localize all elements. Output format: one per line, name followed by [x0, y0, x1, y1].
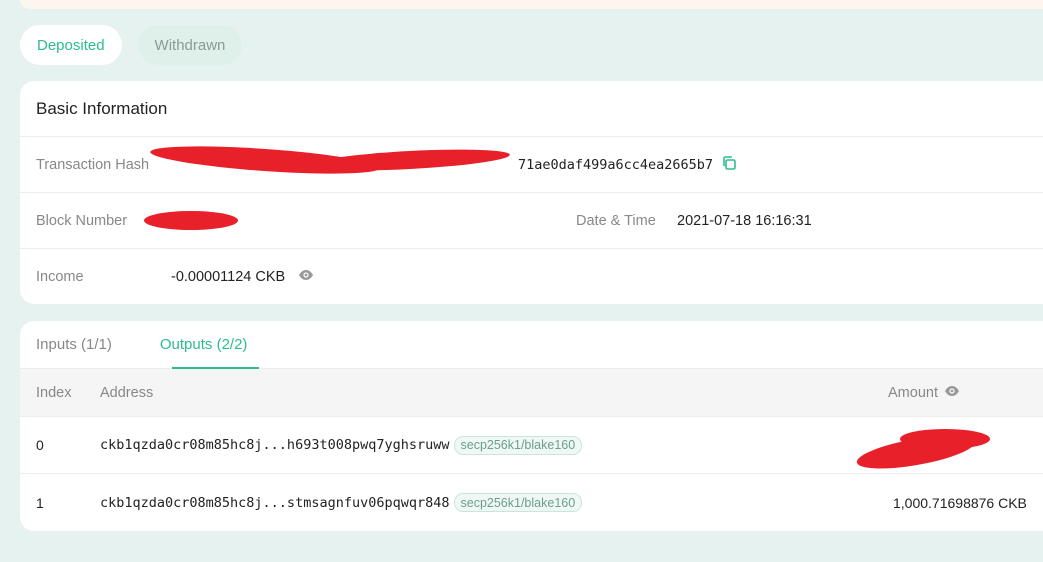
- row-address: ckb1qzda0cr08m85hc8j...stmsagnfuv06pqwqr…: [100, 493, 583, 512]
- outputs-table-header: Index Address Amount: [20, 369, 1043, 417]
- transaction-hash-row: Transaction Hash 71ae0daf499a6cc4ea2665b…: [20, 137, 1043, 193]
- income-row: Income -0.00001124 CKB: [20, 249, 1043, 305]
- amount-column-label: Amount: [888, 384, 938, 401]
- copy-icon[interactable]: [721, 155, 737, 175]
- address-link[interactable]: ckb1qzda0cr08m85hc8j...stmsagnfuv06pqwqr…: [100, 495, 450, 511]
- io-tabs: Inputs (1/1) Outputs (2/2): [20, 321, 1043, 369]
- deposited-button[interactable]: Deposited: [20, 25, 122, 65]
- transaction-hash-text: 71ae0daf499a6cc4ea2665b7: [518, 156, 714, 173]
- deposit-withdraw-toggle: Deposited Withdrawn: [20, 25, 243, 65]
- table-row: 0 ckb1qzda0cr08m85hc8j...h693t008pwq7ygh…: [20, 417, 1043, 476]
- income-amount: -0.00001124 CKB: [171, 269, 286, 285]
- block-number-label: Block Number: [36, 212, 128, 229]
- basic-information-title: Basic Information: [20, 81, 1043, 137]
- row-index: 0: [36, 437, 44, 453]
- redaction-mark: [900, 429, 990, 449]
- table-row: 1 ckb1qzda0cr08m85hc8j...stmsagnfuv06pqw…: [20, 474, 1043, 531]
- withdrawn-button[interactable]: Withdrawn: [137, 25, 243, 65]
- address-link[interactable]: ckb1qzda0cr08m85hc8j...h693t008pwq7yghsr…: [100, 437, 450, 453]
- amount-column-header: Amount: [888, 385, 960, 401]
- income-value: -0.00001124 CKB: [171, 269, 314, 285]
- transaction-hash-value: 71ae0daf499a6cc4ea2665b7: [518, 155, 737, 175]
- eye-icon[interactable]: [944, 385, 960, 401]
- top-banner: [20, 0, 1043, 9]
- lock-type-badge: secp256k1/blake160: [453, 435, 583, 455]
- inputs-outputs-card: Inputs (1/1) Outputs (2/2) Index Address…: [20, 321, 1043, 531]
- index-column-header: Index: [36, 384, 72, 401]
- row-index: 1: [36, 494, 44, 511]
- transaction-hash-label: Transaction Hash: [36, 156, 150, 173]
- block-number-row: Block Number Date & Time 2021-07-18 16:1…: [20, 193, 1043, 249]
- row-address: ckb1qzda0cr08m85hc8j...h693t008pwq7yghsr…: [100, 435, 583, 455]
- tab-outputs[interactable]: Outputs (2/2): [160, 321, 259, 369]
- row-amount: 1,000.71698876 CKB: [893, 494, 1027, 511]
- basic-information-card: Basic Information Transaction Hash 71ae0…: [20, 81, 1043, 304]
- redaction-mark: [309, 145, 511, 175]
- income-label: Income: [36, 269, 84, 285]
- date-time-value: 2021-07-18 16:16:31: [677, 212, 812, 229]
- redaction-mark: [144, 211, 238, 230]
- address-column-header: Address: [100, 384, 154, 401]
- date-time-label: Date & Time: [576, 212, 656, 229]
- tab-inputs[interactable]: Inputs (1/1): [36, 321, 112, 369]
- eye-icon[interactable]: [298, 269, 314, 285]
- lock-type-badge: secp256k1/blake160: [453, 493, 583, 512]
